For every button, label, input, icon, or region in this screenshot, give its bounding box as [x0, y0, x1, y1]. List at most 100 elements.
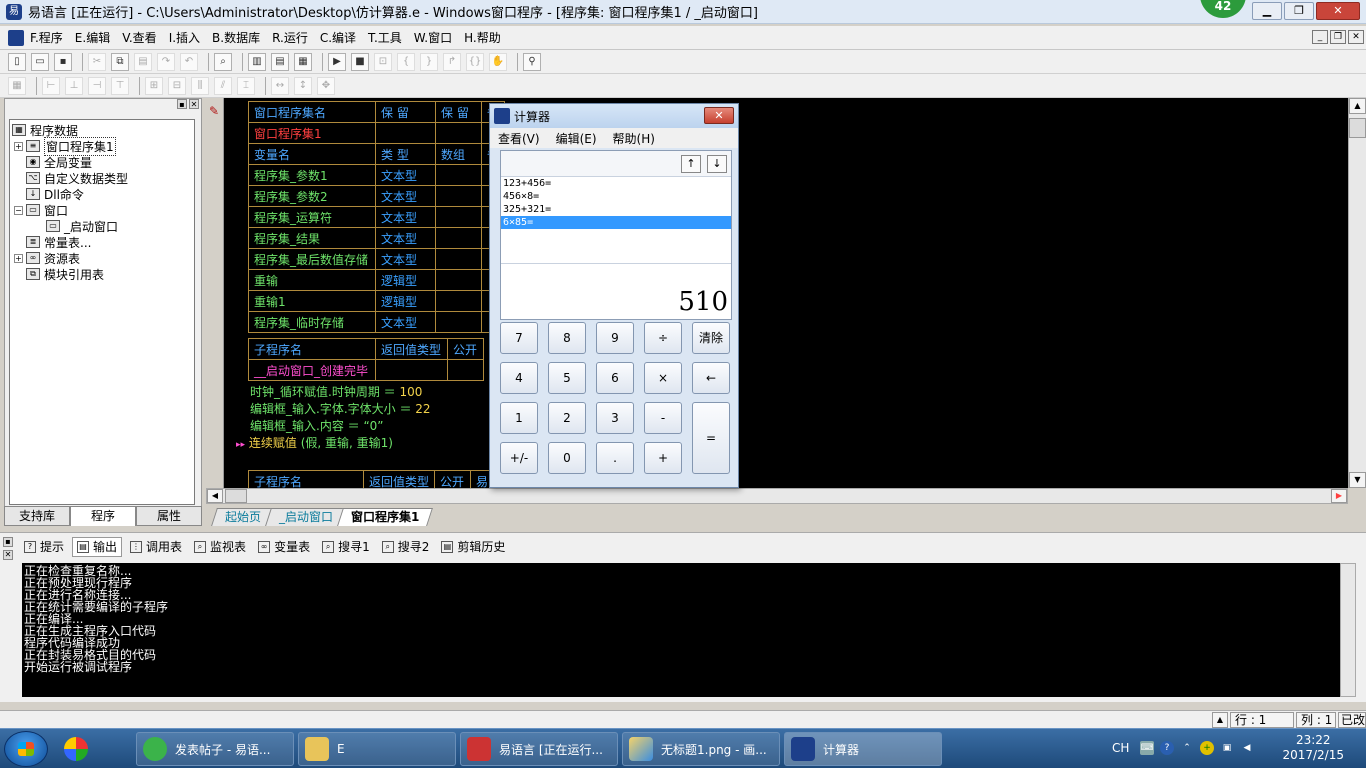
scroll-thumb[interactable] — [1349, 118, 1366, 138]
code-line[interactable]: 编辑框_输入.字体.字体大小 ＝ 22 — [250, 400, 431, 417]
menu-insert[interactable]: I.插入 — [163, 29, 206, 46]
key-3[interactable]: 3 — [596, 402, 634, 434]
keyboard-icon[interactable]: ⌨ — [1140, 741, 1154, 755]
layout-2-icon[interactable]: ▤ — [271, 52, 289, 71]
collapse-icon[interactable]: − — [14, 205, 23, 215]
tab-startup-window[interactable]: _启动窗口 — [265, 508, 347, 526]
debug-step-icon[interactable]: ⊡ — [374, 52, 392, 71]
expand-icon[interactable]: + — [14, 141, 23, 151]
mdi-minimize-button[interactable]: _ — [1312, 30, 1328, 44]
menu-help[interactable]: H.帮助 — [458, 29, 507, 46]
tree-item-globals[interactable]: ◉ 全局变量 — [26, 154, 92, 170]
tree-item-startup-window[interactable]: ▭ _启动窗口 — [46, 218, 118, 234]
taskbar-app-explorer[interactable]: E — [298, 732, 456, 766]
help-icon[interactable]: ? — [1160, 741, 1174, 755]
table-row[interactable]: 重输 逻辑型 — [248, 269, 506, 291]
key-6[interactable]: 6 — [596, 362, 634, 394]
key-minus[interactable]: - — [644, 402, 682, 434]
align-right-icon[interactable]: ⊣ — [88, 76, 106, 95]
menu-program[interactable]: F.程序 — [24, 29, 69, 46]
taskbar-app-eyuyan[interactable]: 易语言 [正在运行... — [460, 732, 618, 766]
key-0[interactable]: 0 — [548, 442, 586, 474]
key-plus[interactable]: + — [644, 442, 682, 474]
key-equals[interactable]: = — [692, 402, 730, 474]
taskbar-app-post[interactable]: 发表帖子 - 易语... — [136, 732, 294, 766]
editor-vertical-scrollbar[interactable]: ▲ ▼ — [1348, 98, 1366, 488]
table-cell[interactable] — [447, 359, 484, 381]
network-icon[interactable]: ▣ — [1220, 741, 1234, 755]
pane-pin-button[interactable]: ▪ — [3, 537, 13, 547]
step-into-icon[interactable]: { — [397, 52, 415, 71]
table-row[interactable]: 程序集_参数1 文本型 — [248, 164, 506, 186]
tray-expand-icon[interactable]: ⌃ — [1180, 741, 1194, 755]
key-2[interactable]: 2 — [548, 402, 586, 434]
tab-hint[interactable]: ? 提示 — [20, 537, 68, 557]
run-icon[interactable]: ▶ — [328, 52, 346, 71]
history-down-button[interactable]: ↓ — [707, 155, 727, 173]
pane-close-button[interactable]: ✕ — [189, 99, 199, 109]
pinned-app[interactable] — [58, 732, 108, 766]
tab-watch[interactable]: ⌕ 监视表 — [190, 537, 250, 557]
step-over-icon[interactable]: } — [420, 52, 438, 71]
align-grid-icon[interactable]: ▦ — [8, 76, 26, 95]
expand-icon[interactable]: + — [14, 253, 23, 263]
volume-icon[interactable]: ◀ — [1240, 741, 1254, 755]
menu-run[interactable]: R.运行 — [266, 29, 314, 46]
tree-item-custom-types[interactable]: ⌥ 自定义数据类型 — [26, 170, 128, 186]
search-people-icon[interactable]: ⚲ — [523, 52, 541, 71]
layout-1-icon[interactable]: ▥ — [248, 52, 266, 71]
same-width-icon[interactable]: ↔ — [271, 76, 289, 95]
space-h-icon[interactable]: ⫼ — [191, 76, 209, 95]
start-button[interactable] — [4, 731, 48, 767]
minimize-button[interactable]: ▁ — [1252, 2, 1282, 20]
code-line[interactable]: 编辑框_输入.内容 ＝ “0” — [250, 417, 384, 434]
table-row[interactable]: 程序集_参数2 文本型 — [248, 185, 506, 207]
subroutine-name-cell[interactable]: __启动窗口_创建完毕 — [248, 359, 376, 381]
tab-program[interactable]: 程序 — [70, 506, 136, 526]
history-list[interactable]: 123+456= 456×8= 325+321= 6×85= — [501, 177, 731, 229]
hand-icon[interactable]: ✋ — [489, 52, 507, 71]
mdi-restore-button[interactable]: ❐ — [1330, 30, 1346, 44]
layout-3-icon[interactable]: ▦ — [294, 52, 312, 71]
same-height-icon[interactable]: ↕ — [294, 76, 312, 95]
history-item[interactable]: 123+456= — [501, 177, 731, 190]
tree-item-assembly[interactable]: + ≡ 窗口程序集1 — [14, 136, 116, 156]
space-v-icon[interactable]: ⫽ — [214, 76, 232, 95]
stop-icon[interactable]: ■ — [351, 52, 369, 71]
history-item[interactable]: 456×8= — [501, 190, 731, 203]
save-icon[interactable]: ▪ — [54, 52, 72, 71]
input-language[interactable]: CH — [1112, 741, 1129, 755]
code-line[interactable]: ▸▸ 连续赋值 (假, 重输, 重输1) — [236, 434, 393, 451]
calculator-title-bar[interactable]: 计算器 ✕ — [490, 104, 738, 128]
table-row[interactable]: 程序集_临时存储 文本型 — [248, 311, 506, 333]
tree-item-modules[interactable]: ⧉ 模块引用表 — [26, 266, 104, 282]
menu-tools[interactable]: T.工具 — [362, 29, 408, 46]
scroll-left-arrow[interactable]: ◀ — [207, 489, 223, 503]
table-row[interactable]: 程序集_运算符 文本型 — [248, 206, 506, 228]
key-4[interactable]: 4 — [500, 362, 538, 394]
find-icon[interactable]: ⌕ — [214, 52, 232, 71]
table-cell[interactable] — [435, 122, 482, 144]
menu-edit[interactable]: E.编辑 — [69, 29, 116, 46]
tree-item-windows[interactable]: − ▭ 窗口 — [14, 202, 68, 218]
mdi-close-button[interactable]: ✕ — [1348, 30, 1364, 44]
cut-icon[interactable]: ✂ — [88, 52, 106, 71]
align-left-icon[interactable]: ⊢ — [42, 76, 60, 95]
history-up-button[interactable]: ↑ — [681, 155, 701, 173]
tree-item-resources[interactable]: + ∞ 资源表 — [14, 250, 80, 266]
menu-view[interactable]: V.查看 — [116, 29, 162, 46]
paste-icon[interactable]: ▤ — [134, 52, 152, 71]
tab-assembly[interactable]: 窗口程序集1 — [337, 508, 434, 526]
key-multiply[interactable]: × — [644, 362, 682, 394]
tree-item-constants[interactable]: ≣ 常量表... — [26, 234, 91, 250]
align-center-icon[interactable]: ⊥ — [65, 76, 83, 95]
security-icon[interactable]: + — [1200, 741, 1214, 755]
history-item-selected[interactable]: 6×85= — [501, 216, 731, 229]
key-7[interactable]: 7 — [500, 322, 538, 354]
assembly-name-cell[interactable]: 窗口程序集1 — [248, 122, 376, 144]
open-folder-icon[interactable]: ▭ — [31, 52, 49, 71]
key-divide[interactable]: ÷ — [644, 322, 682, 354]
new-file-icon[interactable]: ▯ — [8, 52, 26, 71]
maximize-button[interactable]: ❐ — [1284, 2, 1314, 20]
table-cell[interactable] — [375, 359, 448, 381]
